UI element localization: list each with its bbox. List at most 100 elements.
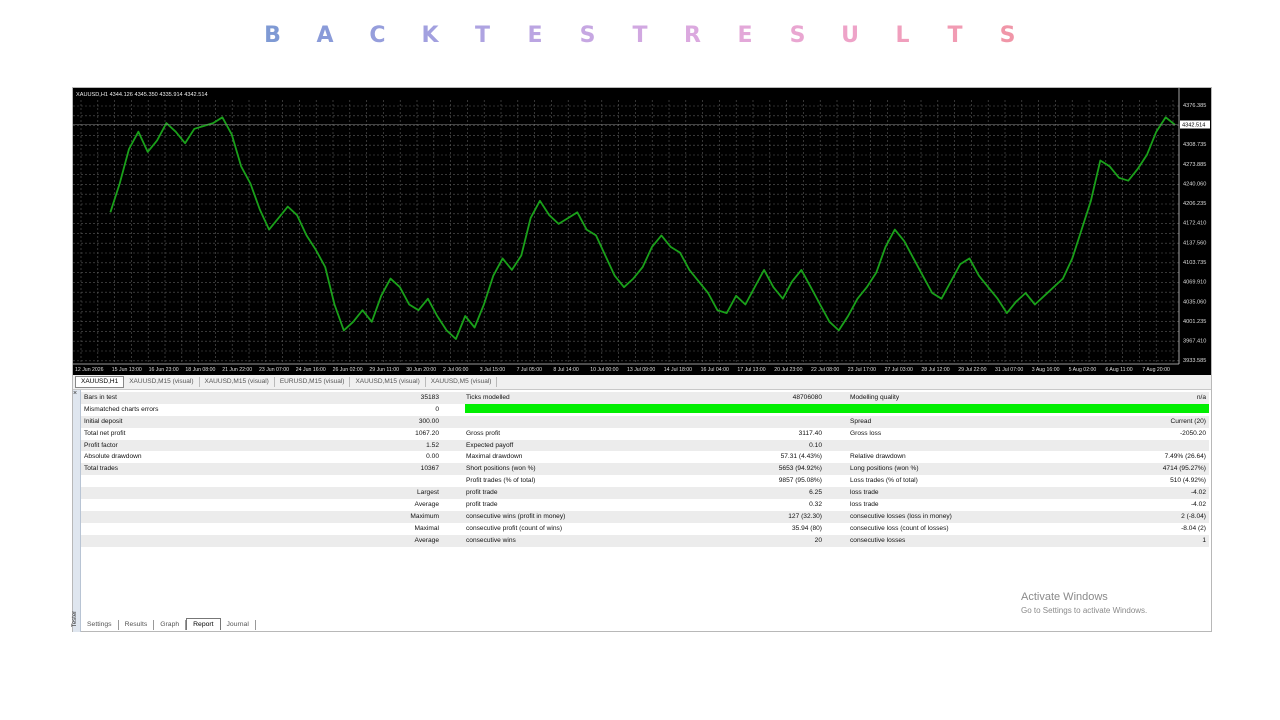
report-cell: Total trades bbox=[84, 465, 119, 473]
report-cell: 10367 bbox=[420, 465, 439, 473]
price-chart[interactable]: 4376.385 4308.735 4273.885 4240.060 4206.235… bbox=[73, 88, 1211, 375]
report-cell: 57.31 (4.43%) bbox=[780, 453, 822, 461]
report-cell: consecutive wins (profit in money) bbox=[466, 512, 566, 520]
close-icon[interactable]: × bbox=[73, 390, 77, 397]
report-cell: Current (20) bbox=[1170, 417, 1206, 425]
banner-letter: K bbox=[421, 22, 439, 48]
report-cell: 7.49% (26.64) bbox=[1164, 453, 1206, 461]
terminal-window: 4376.385 4308.735 4273.885 4240.060 4206.235… bbox=[72, 87, 1212, 632]
report-row: Absolute drawdown 0.00 Maximal drawdown 57.… bbox=[81, 451, 1209, 463]
report-row: Profit factor 1.52 Expected payoff 0.10 bbox=[81, 439, 1209, 452]
price-tick-label: 4103.735 bbox=[1183, 260, 1206, 266]
report-table: Bars in test 35183 Ticks modelled 48706080 M… bbox=[81, 392, 1209, 547]
report-cell: consecutive losses bbox=[850, 536, 906, 544]
report-cell: consecutive losses (loss in money) bbox=[850, 512, 952, 520]
report-cell: consecutive wins bbox=[466, 536, 516, 544]
report-cell: Initial deposit bbox=[84, 417, 123, 425]
report-cell: Loss trades (% of total) bbox=[850, 477, 918, 485]
report-cell: 300.00 bbox=[418, 417, 439, 425]
report-cell: -8.04 (2) bbox=[1181, 524, 1206, 532]
time-tick-label: 7 Jul 05:00 bbox=[517, 367, 542, 373]
report-cell: 127 (32.30) bbox=[788, 512, 822, 520]
time-tick-label: 3 Aug 16:00 bbox=[1032, 367, 1060, 373]
price-tick-label: 4376.385 bbox=[1183, 103, 1206, 109]
report-row: Initial deposit 300.00 Spread Current (20) bbox=[81, 415, 1209, 428]
tester-side-panel: × Tester bbox=[72, 390, 81, 632]
report-cell: 5653 (94.92%) bbox=[778, 465, 822, 473]
tester-tab-settings[interactable]: Settings bbox=[81, 620, 119, 630]
time-tick-label: 18 Jun 08:00 bbox=[185, 367, 215, 373]
report-cell: 0 bbox=[435, 405, 439, 413]
report-cell: 9857 (95.08%) bbox=[778, 477, 822, 485]
tester-tab-report[interactable]: Report bbox=[186, 618, 221, 630]
report-cell: 1067.20 bbox=[415, 429, 439, 437]
chart-tab[interactable]: XAUUSD,H1 bbox=[75, 376, 125, 388]
tester-tab-journal[interactable]: Journal bbox=[221, 620, 256, 630]
current-price-label: 4342.514 bbox=[1182, 123, 1205, 129]
time-tick-label: 2 Jul 06:00 bbox=[443, 367, 468, 373]
report-cell: 2 (-8.04) bbox=[1181, 512, 1206, 520]
tester-tab-results[interactable]: Results bbox=[119, 620, 155, 630]
report-row: Total net profit 1067.20 Gross profit 3117.… bbox=[81, 428, 1209, 440]
banner-letter: E bbox=[527, 22, 543, 48]
banner-letter: B bbox=[264, 22, 281, 48]
report-cell: 1 bbox=[1202, 536, 1206, 544]
report-row: Average consecutive wins 20 consecutive los… bbox=[81, 534, 1209, 547]
report-row: Profit trades (% of total) 9857 (95.08%) L… bbox=[81, 475, 1209, 487]
price-tick-label: 4035.060 bbox=[1183, 300, 1206, 306]
price-tick-label: 4172.410 bbox=[1183, 220, 1206, 226]
report-row: Total trades 10367 Short positions (won %)… bbox=[81, 463, 1209, 476]
activate-windows-watermark: Activate Windows Go to Settings to activ… bbox=[1021, 591, 1147, 615]
price-tick-label: 4308.735 bbox=[1183, 142, 1206, 148]
report-cell: Profit factor bbox=[84, 441, 118, 449]
report-cell: profit trade bbox=[466, 489, 498, 497]
report-cell: 48706080 bbox=[792, 394, 822, 401]
chart-tab[interactable]: EURUSD,M15 (visual) bbox=[275, 377, 351, 387]
time-tick-label: 26 Jun 02:00 bbox=[333, 367, 363, 373]
price-tick-label: 4137.560 bbox=[1183, 241, 1206, 247]
time-tick-label: 12 Jun 2026 bbox=[75, 367, 104, 373]
report-cell: n/a bbox=[1196, 394, 1206, 401]
report-cell: loss trade bbox=[850, 501, 879, 509]
report-row: Average profit trade 0.32 loss trade -4.02 bbox=[81, 499, 1209, 511]
report-cell: 3117.40 bbox=[798, 429, 822, 437]
report-cell: -2050.20 bbox=[1179, 429, 1206, 437]
chart-tabs-bar: XAUUSD,H1 XAUUSD,M15 (visual) XAUUSD,M15 (… bbox=[73, 375, 1211, 390]
report-cell: Absolute drawdown bbox=[84, 453, 142, 461]
report-cell: Modelling quality bbox=[850, 394, 900, 401]
report-cell: 20 bbox=[814, 536, 822, 544]
chart-tab[interactable]: XAUUSD,M15 (visual) bbox=[350, 377, 426, 387]
report-cell: Relative drawdown bbox=[850, 453, 906, 461]
time-tick-label: 10 Jul 00:00 bbox=[590, 367, 618, 373]
report-cell: 6.25 bbox=[809, 489, 822, 497]
time-tick-label: 16 Jul 04:00 bbox=[701, 367, 729, 373]
chart-tab[interactable]: XAUUSD,M15 (visual) bbox=[124, 377, 200, 387]
report-cell: 35.94 (80) bbox=[791, 524, 822, 532]
report-cell: 4714 (95.27%) bbox=[1162, 465, 1206, 473]
report-cell: Maximum bbox=[410, 512, 439, 520]
time-tick-label: 3 Jul 15:00 bbox=[480, 367, 505, 373]
report-row: Largest profit trade 6.25 loss trade -4.02 bbox=[81, 487, 1209, 500]
report-cell: Spread bbox=[850, 417, 872, 425]
banner-letter: T bbox=[632, 22, 648, 48]
modelling-quality-bar bbox=[465, 403, 1209, 413]
price-series-line bbox=[109, 116, 1176, 340]
price-tick-label: 4069.910 bbox=[1183, 279, 1206, 285]
price-tick-label: 4273.885 bbox=[1183, 162, 1206, 168]
report-cell: -4.02 bbox=[1190, 489, 1206, 497]
tester-tab-graph[interactable]: Graph bbox=[154, 620, 187, 630]
report-cell: Average bbox=[414, 536, 439, 544]
price-tick-label: 4001.235 bbox=[1183, 319, 1206, 325]
time-tick-label: 15 Jun 13:00 bbox=[112, 367, 142, 373]
banner-letter: L bbox=[895, 22, 910, 48]
report-cell: -4.02 bbox=[1190, 501, 1206, 509]
report-cell: profit trade bbox=[466, 501, 498, 509]
chart-tab[interactable]: XAUUSD,M15 (visual) bbox=[200, 377, 275, 387]
report-row: Bars in test 35183 Ticks modelled 48706080 M… bbox=[81, 392, 1209, 404]
price-tick-label: 4240.060 bbox=[1183, 182, 1206, 188]
chart-tab[interactable]: XAUUSD,M5 (visual) bbox=[426, 377, 498, 387]
time-tick-label: 28 Jul 12:00 bbox=[921, 367, 949, 373]
report-cell: 35183 bbox=[420, 394, 439, 401]
report-cell: 1.52 bbox=[426, 441, 439, 449]
activate-subtitle: Go to Settings to activate Windows. bbox=[1021, 606, 1148, 615]
